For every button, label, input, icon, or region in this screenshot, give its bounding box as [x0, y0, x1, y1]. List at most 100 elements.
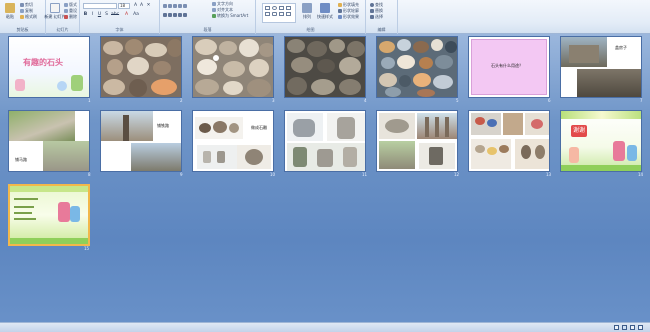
layout-button[interactable]: 版式 [64, 2, 77, 7]
cartoon-child [627, 145, 637, 161]
slide-number-15: 15 [84, 246, 90, 251]
select-button[interactable]: 选择 [370, 14, 383, 19]
pebble [219, 41, 237, 55]
slide-thumbnail-6[interactable]: 石头有什么用途？ [468, 36, 550, 98]
pebble [419, 57, 433, 69]
font-size-field[interactable]: 18 [118, 3, 130, 9]
shrink-font-icon[interactable]: A [139, 3, 144, 8]
paste-button[interactable]: 粘贴 [3, 3, 17, 21]
stone-figure [217, 151, 225, 163]
align-buttons[interactable] [163, 12, 187, 17]
reset-button[interactable]: 重设 [64, 8, 77, 13]
new-slide-icon [50, 3, 60, 13]
pebble [413, 41, 429, 53]
slide-thumbnail-4[interactable] [284, 36, 366, 98]
paste-icon [5, 3, 15, 13]
shadow-button[interactable]: S [104, 12, 109, 17]
pebble [329, 39, 345, 53]
shape-fill-button[interactable]: 形状填充 [338, 2, 359, 7]
font-name-field[interactable] [83, 3, 117, 9]
slide-thumbnail-9[interactable]: 铺铁路 [100, 110, 182, 172]
shape-effects-button[interactable]: 形状效果 [338, 14, 359, 19]
indent-increase-icon [178, 3, 182, 8]
smartart-icon [212, 13, 216, 18]
stone-elephant [293, 119, 315, 137]
slide-thumbnail-11[interactable] [284, 110, 366, 172]
shapes-gallery[interactable] [262, 3, 296, 23]
pebble [223, 61, 245, 77]
slide-thumbnail-2[interactable] [100, 36, 182, 98]
clear-format-icon[interactable]: ✕ [146, 3, 151, 8]
bullets-icon [163, 3, 167, 8]
slide-thumbnail-1[interactable]: 有趣的石头 [8, 36, 90, 98]
align-text-button[interactable]: 对齐文本 [212, 7, 233, 12]
arrange-button[interactable]: 排列 [300, 3, 314, 21]
rail-track [123, 115, 129, 141]
editing-group-label: 编辑 [377, 27, 386, 32]
replace-button[interactable]: 替换 [370, 8, 383, 13]
pebble [381, 57, 395, 69]
italic-button[interactable]: I [90, 12, 95, 17]
sorter-view-icon[interactable] [622, 325, 627, 330]
slide-thumbnail-15[interactable] [8, 184, 90, 246]
new-slide-button[interactable]: 新建 幻灯片 [44, 3, 66, 21]
underline-button[interactable]: U [97, 12, 102, 17]
pebble [399, 75, 411, 87]
shape-outline-button[interactable]: 形状轮廓 [338, 8, 359, 13]
indent-decrease-icon [173, 3, 177, 8]
slide-thumbnail-14[interactable]: 谢谢 [560, 110, 642, 172]
painted-stone [535, 145, 545, 159]
painted-stone [487, 147, 497, 155]
format-painter-button[interactable]: 格式刷 [20, 14, 37, 19]
paved-path-photo [43, 141, 89, 171]
pebble [167, 39, 181, 57]
layout-icon [64, 2, 68, 7]
slide-thumbnail-7[interactable]: 盖房子 [560, 36, 642, 98]
grow-font-icon[interactable]: A [133, 3, 138, 8]
slide-number-11: 11 [362, 172, 368, 177]
green-border-top [561, 111, 641, 119]
align-right-icon [173, 12, 177, 17]
painted-stone [475, 117, 485, 125]
copy-icon [20, 8, 24, 13]
pebble [417, 89, 435, 97]
quick-styles-button[interactable]: 快速样式 [317, 3, 333, 21]
delete-button[interactable]: 删除 [64, 14, 77, 19]
railway-photo-2 [131, 143, 181, 171]
pebble [307, 41, 327, 57]
paragraph-group: 文字方向 对齐文本 转换为 SmartArt 段落 [160, 0, 256, 34]
pebble [445, 41, 457, 53]
slide-thumbnail-8[interactable]: 铺马路 [8, 110, 90, 172]
painted-stone [475, 145, 485, 153]
stone-lion [337, 117, 355, 139]
text-direction-button[interactable]: 文字方向 [212, 1, 233, 6]
pebble [397, 39, 411, 51]
copy-button[interactable]: 复制 [20, 8, 33, 13]
normal-view-icon[interactable] [614, 325, 619, 330]
text-line [14, 212, 32, 214]
strikethrough-button[interactable]: abc [111, 12, 119, 17]
smartart-button[interactable]: 转换为 SmartArt [212, 13, 248, 18]
bullets-button[interactable] [163, 3, 187, 8]
slide-thumbnail-12[interactable] [376, 110, 458, 172]
slide-thumbnail-5[interactable] [376, 36, 458, 98]
bold-button[interactable]: B [83, 12, 88, 17]
cut-button[interactable]: 剪切 [20, 2, 33, 7]
rounded-rect-shape-icon [272, 12, 277, 16]
change-case-button[interactable]: Aa [132, 12, 140, 17]
line-spacing-icon [183, 3, 187, 8]
slides-group-label: 幻灯片 [56, 27, 69, 32]
ribbon: 粘贴 剪切 复制 格式刷 剪贴板 新建 幻灯片 版式 重设 删除 幻灯片 18 … [0, 0, 650, 34]
slide-thumbnail-3[interactable] [192, 36, 274, 98]
reading-view-icon[interactable] [630, 325, 635, 330]
cartoon-child [613, 141, 625, 161]
find-button[interactable]: 查找 [370, 2, 383, 7]
stone-figure [293, 147, 307, 167]
slide-thumbnail-13[interactable] [468, 110, 550, 172]
font-color-button[interactable]: A [124, 12, 129, 17]
pebble [291, 57, 313, 73]
slide-thumbnail-10[interactable]: 做成石雕 [192, 110, 274, 172]
slideshow-view-icon[interactable] [638, 325, 643, 330]
delete-icon [64, 14, 68, 19]
slide-number-6: 6 [548, 98, 551, 103]
